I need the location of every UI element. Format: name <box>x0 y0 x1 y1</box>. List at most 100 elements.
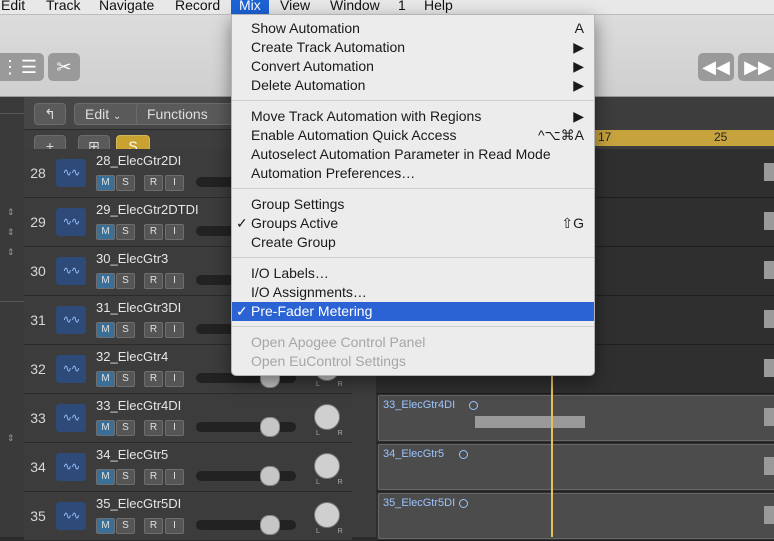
menu-item[interactable]: Convert Automation ▶ <box>232 57 594 76</box>
solo-button[interactable]: S <box>116 469 135 485</box>
track-lane[interactable]: 35_ElecGtr5DI <box>376 492 774 541</box>
input-button[interactable]: I <box>165 518 184 534</box>
solo-button[interactable]: S <box>116 371 135 387</box>
fader-knob[interactable] <box>260 515 280 535</box>
menu-item[interactable]: Create Track Automation ▶ <box>232 38 594 57</box>
record-button[interactable]: R <box>144 273 163 289</box>
menu-item-shortcut: ▶ <box>573 108 584 124</box>
input-button[interactable]: I <box>165 175 184 191</box>
menu-track[interactable]: Track <box>46 0 80 14</box>
input-button[interactable]: I <box>165 224 184 240</box>
mute-button[interactable]: M <box>96 469 115 485</box>
edit-menu-button[interactable]: Edit ⌄ <box>74 103 142 125</box>
track-name[interactable]: 29_ElecGtr2DTDI <box>96 202 199 217</box>
track-name[interactable]: 32_ElecGtr4 <box>96 349 168 364</box>
track-header[interactable]: 35 ∿∿ 35_ElecGtr5DI M S R I L R <box>24 492 352 541</box>
record-button[interactable]: R <box>144 371 163 387</box>
mute-button[interactable]: M <box>96 224 115 240</box>
menu-item[interactable]: ✓ Pre-Fader Metering <box>232 302 594 321</box>
input-button[interactable]: I <box>165 322 184 338</box>
mute-button[interactable]: M <box>96 273 115 289</box>
menu-item[interactable]: I/O Assignments… <box>232 283 594 302</box>
menu-edit[interactable]: Edit <box>1 0 25 14</box>
menu-help[interactable]: Help <box>424 0 453 14</box>
solo-button[interactable]: S <box>116 322 135 338</box>
pan-knob[interactable] <box>314 502 340 528</box>
record-button[interactable]: R <box>144 518 163 534</box>
track-name[interactable]: 34_ElecGtr5 <box>96 447 168 462</box>
menu-1[interactable]: 1 <box>398 0 406 14</box>
track-name[interactable]: 35_ElecGtr5DI <box>96 496 181 511</box>
solo-button[interactable]: S <box>116 420 135 436</box>
menu-item[interactable]: Create Group <box>232 233 594 252</box>
menu-item[interactable]: Delete Automation ▶ <box>232 76 594 95</box>
scissors-icon[interactable]: ✂ <box>48 53 80 81</box>
menu-mix[interactable]: Mix <box>231 0 269 14</box>
mute-button[interactable]: M <box>96 175 115 191</box>
mute-button[interactable]: M <box>96 420 115 436</box>
track-header[interactable]: 34 ∿∿ 34_ElecGtr5 M S R I L R <box>24 443 352 492</box>
solo-button[interactable]: S <box>116 175 135 191</box>
menu-item: Open Apogee Control Panel <box>232 333 594 352</box>
audio-region[interactable]: 35_ElecGtr5DI <box>378 493 774 539</box>
record-button[interactable]: R <box>144 469 163 485</box>
menu-item[interactable]: Group Settings <box>232 195 594 214</box>
waveform-icon: ∿∿ <box>56 355 86 383</box>
rewind-icon[interactable]: ◀◀ <box>698 53 734 81</box>
loop-circle-icon <box>469 401 478 410</box>
fader-knob[interactable] <box>260 417 280 437</box>
menu-item[interactable]: Autoselect Automation Parameter in Read … <box>232 145 594 164</box>
menu-item-label: Delete Automation <box>251 77 366 93</box>
audio-region[interactable]: 33_ElecGtr4DI <box>378 395 774 441</box>
fader-knob[interactable] <box>260 466 280 486</box>
track-lane[interactable]: 34_ElecGtr5 <box>376 443 774 492</box>
menu-navigate[interactable]: Navigate <box>99 0 154 14</box>
record-button[interactable]: R <box>144 175 163 191</box>
solo-button[interactable]: S <box>116 518 135 534</box>
menu-view[interactable]: View <box>280 0 310 14</box>
track-lane[interactable]: 33_ElecGtr4DI <box>376 394 774 443</box>
input-button[interactable]: I <box>165 469 184 485</box>
menu-item[interactable]: ✓ Groups Active ⇧G <box>232 214 594 233</box>
fast-forward-icon[interactable]: ▶▶ <box>738 53 774 81</box>
track-name[interactable]: 28_ElecGtr2DI <box>96 153 181 168</box>
track-name[interactable]: 33_ElecGtr4DI <box>96 398 181 413</box>
input-button[interactable]: I <box>165 420 184 436</box>
ruler-bar-label: 25 <box>714 130 728 144</box>
record-button[interactable]: R <box>144 322 163 338</box>
track-number: 29 <box>30 214 46 230</box>
menu-record[interactable]: Record <box>175 0 220 14</box>
menu-window[interactable]: Window <box>330 0 380 14</box>
pan-knob[interactable] <box>314 453 340 479</box>
mute-button[interactable]: M <box>96 518 115 534</box>
input-button[interactable]: I <box>165 371 184 387</box>
back-button[interactable]: ↰ <box>34 103 66 125</box>
waveform-edge <box>764 457 774 475</box>
menu-item[interactable]: Enable Automation Quick Access ^⌥⌘A <box>232 126 594 145</box>
stepper-icon[interactable]: ⇕ <box>7 207 15 218</box>
stepper-icon[interactable]: ⇕ <box>7 227 15 238</box>
track-name[interactable]: 30_ElecGtr3 <box>96 251 168 266</box>
mute-button[interactable]: M <box>96 371 115 387</box>
editors-toggle-icon[interactable]: ☰ <box>14 53 44 81</box>
track-name[interactable]: 31_ElecGtr3DI <box>96 300 181 315</box>
record-button[interactable]: R <box>144 224 163 240</box>
solo-button[interactable]: S <box>116 273 135 289</box>
menu-item[interactable]: I/O Labels… <box>232 264 594 283</box>
input-button[interactable]: I <box>165 273 184 289</box>
volume-fader[interactable] <box>196 515 296 535</box>
volume-fader[interactable] <box>196 417 296 437</box>
mute-button[interactable]: M <box>96 322 115 338</box>
volume-fader[interactable] <box>196 466 296 486</box>
record-button[interactable]: R <box>144 420 163 436</box>
menu-item[interactable]: Automation Preferences… <box>232 164 594 183</box>
solo-button[interactable]: S <box>116 224 135 240</box>
stepper-icon[interactable]: ⇕ <box>7 433 15 444</box>
menu-item[interactable]: Show Automation A <box>232 19 594 38</box>
track-header[interactable]: 33 ∿∿ 33_ElecGtr4DI M S R I L R <box>24 394 352 443</box>
audio-region[interactable]: 34_ElecGtr5 <box>378 444 774 490</box>
stepper-icon[interactable]: ⇕ <box>7 247 15 258</box>
pan-knob[interactable] <box>314 404 340 430</box>
menu-item[interactable]: Move Track Automation with Regions ▶ <box>232 107 594 126</box>
functions-menu-label: Functions <box>147 106 208 122</box>
